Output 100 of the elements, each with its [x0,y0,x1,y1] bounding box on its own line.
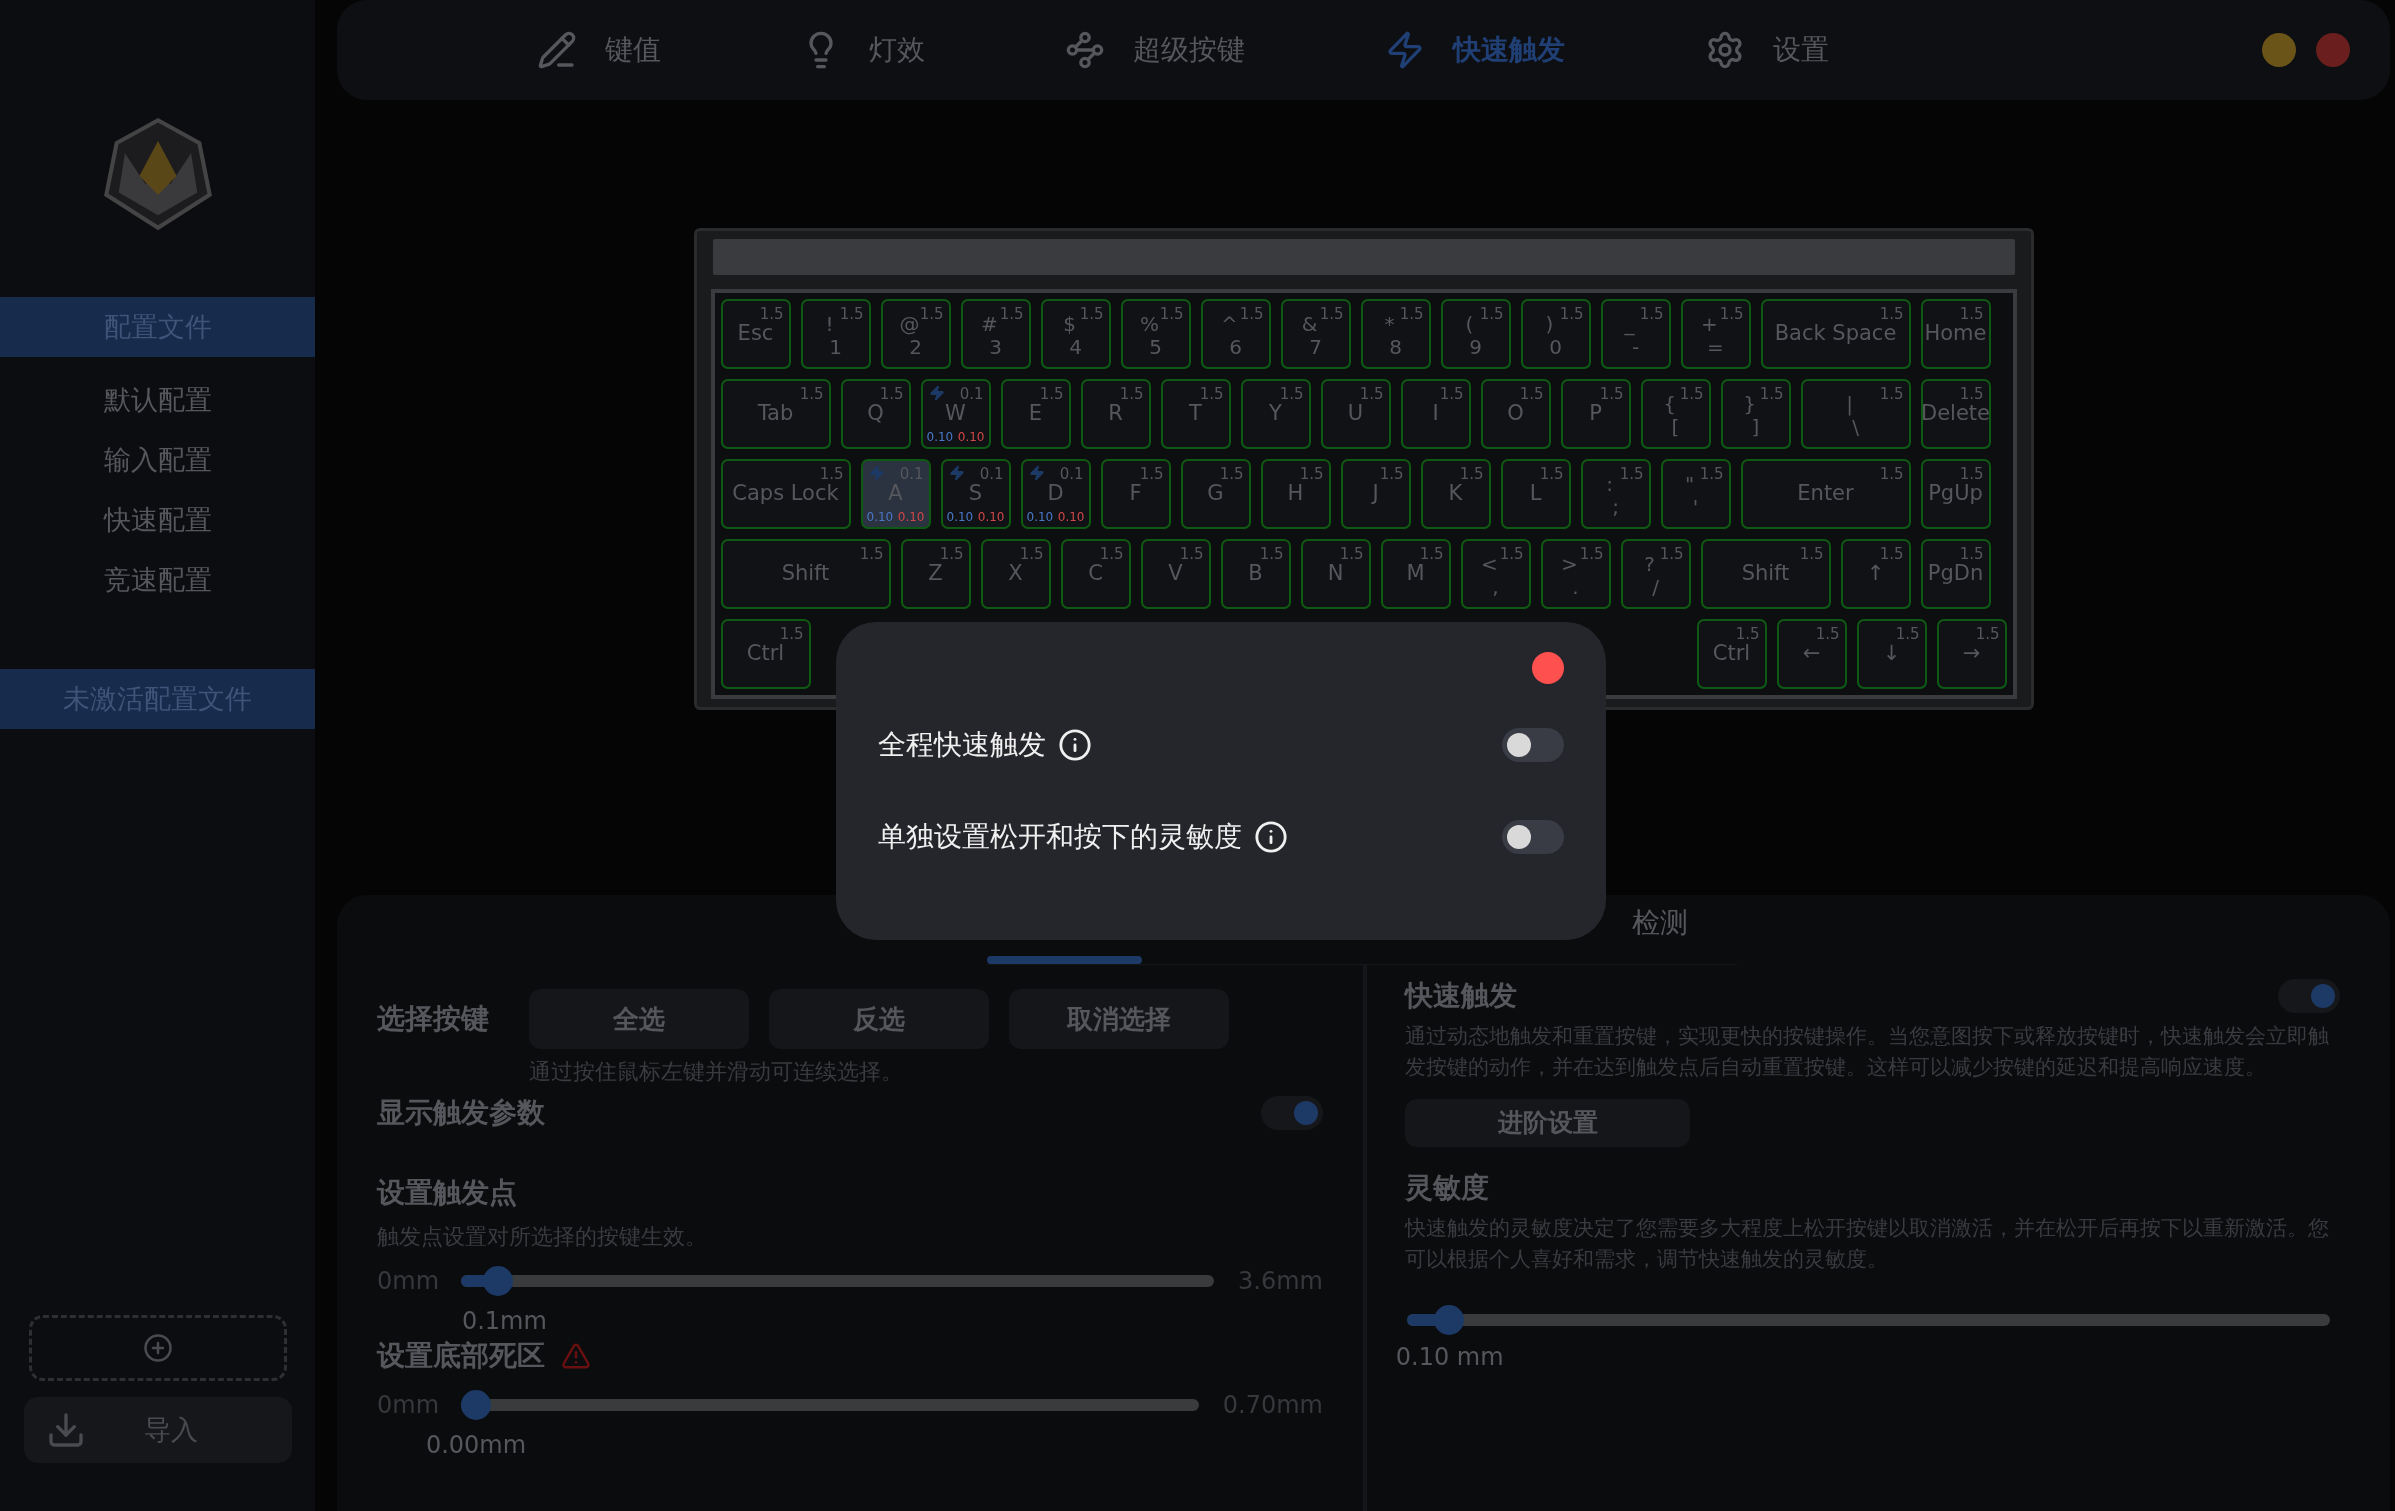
key-legend: F [1129,478,1142,510]
key-legend: @ [899,313,920,335]
keyboard-key[interactable]: 1.5 F [1100,459,1171,529]
keyboard-key[interactable]: 1.5 T [1160,379,1231,449]
keyboard-key[interactable]: 1.5 : ; [1580,459,1651,529]
keyboard-key[interactable]: 1.5 ? / [1620,539,1691,609]
keyboard-key[interactable]: 1.5 B [1220,539,1291,609]
slider-thumb[interactable] [1433,1305,1464,1335]
panel-tab[interactable]: 检测 [1631,902,1688,944]
trigger-value: 1.5 [1879,384,1904,405]
keyboard-key[interactable]: 1.5 G [1180,459,1251,529]
key-legend: 4 [1069,335,1082,359]
keyboard-key[interactable]: 1.5 Esc [720,299,791,369]
trigger-value: 1.5 [1139,464,1164,484]
keyboard-key[interactable]: 0.1 W 0.10 0.10 [920,379,991,449]
keyboard-key[interactable]: 1.5 | \ [1800,379,1911,449]
keyboard-key[interactable]: 1.5 Shift [720,539,891,609]
key-legend: : [1606,473,1613,495]
keyboard-key[interactable]: 1.5 X [980,539,1051,609]
profile-item[interactable]: 竞速配置 [103,561,212,599]
keyboard-key[interactable]: 1.5 PgDn [1920,539,1991,609]
keyboard-key[interactable]: 1.5 C [1060,539,1131,609]
profile-item[interactable]: 默认配置 [103,381,212,419]
keyboard-key[interactable]: 1.5 ( 9 [1440,299,1511,369]
nav-tab[interactable]: 键值 [537,29,661,71]
nav-tab[interactable]: 超级按键 [1065,29,1245,71]
minimize-button[interactable] [2262,33,2296,67]
keyboard-key[interactable]: 1.5 PgUp [1920,459,1991,529]
section-title: 设置触发点 [377,1175,518,1211]
key-legend: 0 [1549,335,1562,359]
keyboard-key[interactable]: 1.5 L [1500,459,1571,529]
close-button[interactable] [1532,652,1564,684]
keyboard-key[interactable]: 1.5 " ' [1660,459,1731,529]
key-legend: / [1652,575,1659,599]
nav-tab[interactable]: 快速触发 [1385,29,1565,71]
keyboard-key[interactable]: 1.5 ↓ [1856,619,1927,689]
trigger-value: 1.5 [1619,464,1644,485]
slider-thumb[interactable] [461,1390,491,1420]
keyboard-key[interactable]: 1.5 Caps Lock [720,459,851,529]
keyboard-key[interactable]: 1.5 K [1420,459,1491,529]
keyboard-key[interactable]: 1.5 V [1140,539,1211,609]
info-icon[interactable] [1058,728,1092,762]
key-legend: ' [1692,495,1699,519]
keyboard-key[interactable]: 0.1 D 0.10 0.10 [1020,459,1091,529]
select-button[interactable]: 全选 [529,989,749,1049]
keyboard-key[interactable]: 1.5 Tab [720,379,831,449]
slider-track[interactable] [461,1266,1215,1296]
keyboard-key[interactable]: 1.5 N [1300,539,1371,609]
add-profile-button[interactable] [28,1315,287,1381]
key-legend: > [1561,553,1578,575]
keyboard-key[interactable]: 1.5 Shift [1700,539,1831,609]
keyboard-key[interactable]: 1.5 Ctrl [720,619,811,689]
select-button[interactable]: 取消选择 [1009,989,1229,1049]
keyboard-key[interactable]: 1.5 Home [1920,299,1991,369]
trigger-value: 1.5 [1799,544,1824,565]
profile-item[interactable]: 快速配置 [103,501,212,539]
keyboard-key[interactable]: 1.5 R [1080,379,1151,449]
select-button[interactable]: 反选 [769,989,989,1049]
toggle-switch[interactable] [1502,728,1564,762]
keyboard-key[interactable]: 1.5 J [1340,459,1411,529]
slider-thumb[interactable] [482,1266,513,1296]
keyboard-key[interactable]: 1.5 ↑ [1840,539,1911,609]
keyboard-key[interactable]: 1.5 * 8 [1360,299,1431,369]
keyboard-key[interactable]: 1.5 ! 1 [800,299,871,369]
nodes-icon [1065,30,1105,70]
toggle-switch[interactable] [2278,979,2340,1013]
keyboard-key[interactable]: 1.5 I [1400,379,1471,449]
advanced-settings-button[interactable]: 进阶设置 [1405,1099,1690,1147]
keyboard-key[interactable]: 1.5 Z [900,539,971,609]
toggle-switch[interactable] [1261,1096,1323,1130]
keyboard-key[interactable]: 1.5 Enter [1740,459,1911,529]
toggle-switch[interactable] [1502,820,1564,854]
keyboard-key[interactable]: 1.5 P [1560,379,1631,449]
keyboard-key[interactable]: 1.5 M [1380,539,1451,609]
keyboard-key[interactable]: 1.5 O [1480,379,1551,449]
profile-item[interactable]: 输入配置 [103,441,212,479]
lightning-icon [1385,30,1425,70]
keyboard-key[interactable]: 1.5 Ctrl [1696,619,1767,689]
trigger-value: 1.5 [999,304,1024,325]
nav-tab[interactable]: 灯效 [801,29,925,71]
key-legend: Shift [1741,558,1790,590]
keyboard-key[interactable]: 1.5 Delete [1920,379,1991,449]
keyboard-key[interactable]: 1.5 ) 0 [1520,299,1591,369]
nav-tab[interactable]: 设置 [1705,29,1829,71]
slider-track[interactable] [1407,1305,2330,1335]
keyboard-key[interactable]: 1.5 ← [1776,619,1847,689]
trigger-value: 1.5 [1679,384,1704,405]
keyboard-key[interactable]: 1.5 U [1320,379,1391,449]
keyboard-key[interactable]: 1.5 H [1260,459,1331,529]
trigger-value: 1.5 [1399,304,1424,325]
keyboard-key[interactable]: 1.5 E [1000,379,1071,449]
info-icon[interactable] [1254,820,1288,854]
key-legend: % [1140,313,1159,335]
slider-track[interactable] [461,1390,1199,1420]
keyboard-key[interactable]: 0.1 S 0.10 0.10 [940,459,1011,529]
keyboard-key[interactable]: 1.5 Y [1240,379,1311,449]
keyboard-key[interactable]: 1.5 → [1936,619,2007,689]
keyboard-key[interactable]: 1.5 _ - [1600,299,1671,369]
keyboard-key[interactable]: 1.5 Q [840,379,911,449]
keyboard-key[interactable]: 1.5 Back Space [1760,299,1911,369]
